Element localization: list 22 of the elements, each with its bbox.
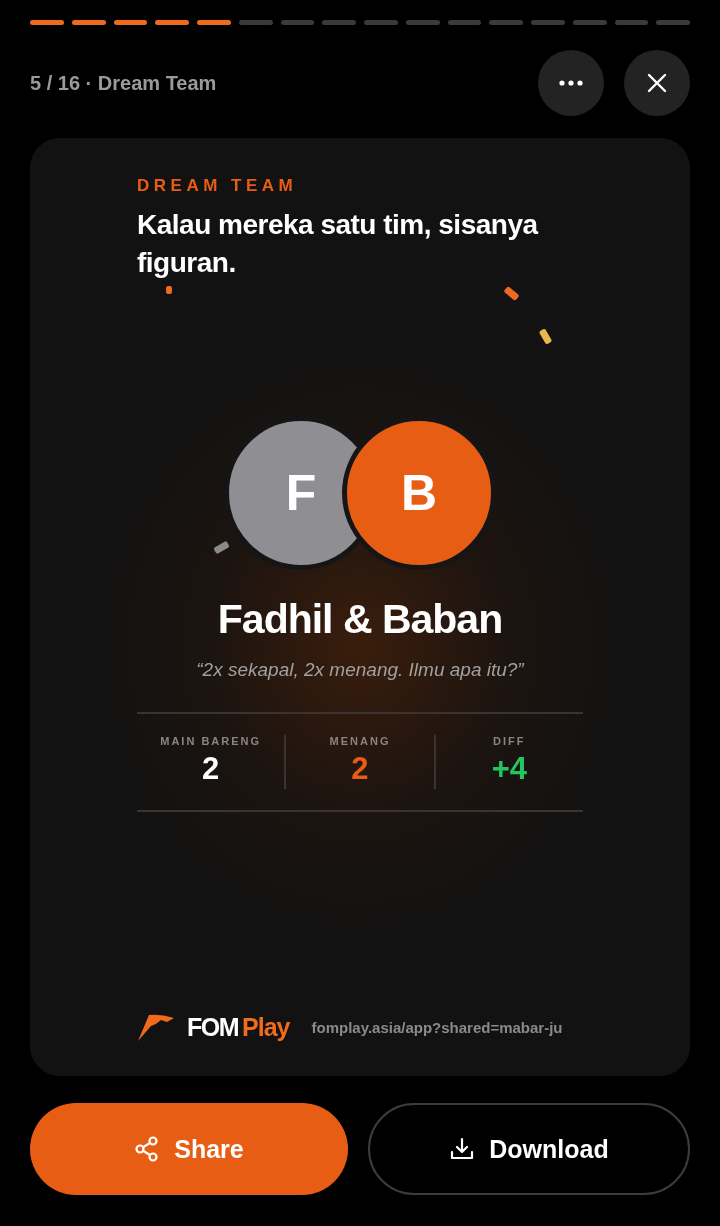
avatar: B xyxy=(342,416,496,570)
stat-value: +4 xyxy=(491,751,527,787)
story-title: 5 / 16 · Dream Team xyxy=(30,71,217,95)
stat-label: DIFF xyxy=(493,735,526,747)
download-button[interactable]: Download xyxy=(368,1103,690,1195)
stat-value: 2 xyxy=(351,751,369,787)
download-icon xyxy=(449,1136,476,1162)
stat-value: 2 xyxy=(202,751,220,787)
logo-text: Play xyxy=(242,1012,290,1042)
bird-logo-icon xyxy=(137,1012,175,1042)
confetti-piece xyxy=(503,286,520,301)
logo-text: FOM xyxy=(187,1012,239,1042)
quote: “2x sekapal, 2x menang. Ilmu apa itu?” xyxy=(196,659,524,681)
team-names: Fadhil & Baban xyxy=(217,596,503,643)
stat-label: MENANG xyxy=(329,735,391,747)
share-button[interactable]: Share xyxy=(30,1103,348,1195)
close-icon xyxy=(647,73,667,93)
confetti-piece xyxy=(166,286,172,294)
stat-label: MAIN BARENG xyxy=(160,735,262,747)
eyebrow-label: DREAM TEAM xyxy=(137,176,299,196)
headline: Kalau mereka satu tim, sisanya figuran. xyxy=(137,208,540,280)
more-icon xyxy=(559,80,583,86)
